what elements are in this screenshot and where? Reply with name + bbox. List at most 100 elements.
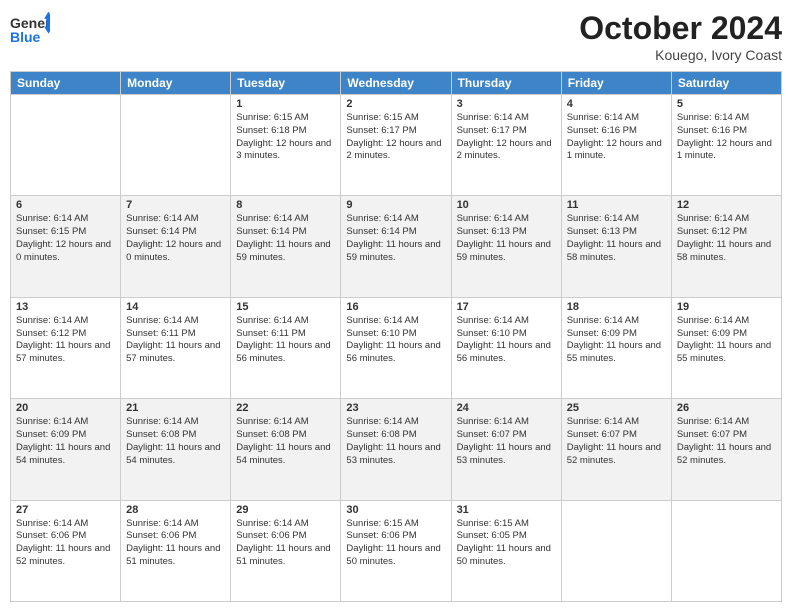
day-number: 10 bbox=[457, 199, 556, 211]
day-info: Sunrise: 6:14 AMSunset: 6:14 PMDaylight:… bbox=[126, 213, 225, 264]
calendar-cell: 14Sunrise: 6:14 AMSunset: 6:11 PMDayligh… bbox=[121, 297, 231, 398]
day-number: 24 bbox=[457, 402, 556, 414]
calendar-cell bbox=[11, 95, 121, 196]
col-header-friday: Friday bbox=[561, 72, 671, 95]
calendar-cell: 22 Sunrise: 6:14 AMSunset: 6:08 PMDayligh… bbox=[231, 399, 341, 500]
day-number: 30 bbox=[346, 504, 445, 516]
col-header-saturday: Saturday bbox=[671, 72, 781, 95]
day-info: Sunrise: 6:14 AMSunset: 6:06 PMDaylight:… bbox=[236, 518, 335, 569]
col-header-thursday: Thursday bbox=[451, 72, 561, 95]
day-number: 31 bbox=[457, 504, 556, 516]
day-number: 29 bbox=[236, 504, 335, 516]
day-info: Sunrise: 6:14 AMSunset: 6:06 PMDaylight:… bbox=[16, 518, 115, 569]
calendar-cell: 29 Sunrise: 6:14 AMSunset: 6:06 PMDayligh… bbox=[231, 500, 341, 601]
calendar-cell: 25Sunrise: 6:14 AMSunset: 6:07 PMDayligh… bbox=[561, 399, 671, 500]
day-number: 5 bbox=[677, 98, 776, 110]
logo-icon: General Blue bbox=[10, 10, 50, 50]
day-number: 23 bbox=[346, 402, 445, 414]
day-number: 27 bbox=[16, 504, 115, 516]
calendar-cell: 2 Sunrise: 6:15 AMSunset: 6:17 PMDaylight… bbox=[341, 95, 451, 196]
col-header-sunday: Sunday bbox=[11, 72, 121, 95]
week-row-1: 1 Sunrise: 6:15 AMSunset: 6:18 PMDaylight… bbox=[11, 95, 782, 196]
calendar-cell: 18 Sunrise: 6:14 AMSunset: 6:09 PMDayligh… bbox=[561, 297, 671, 398]
day-number: 14 bbox=[126, 301, 225, 313]
day-info: Sunrise: 6:15 AMSunset: 6:17 PMDaylight:… bbox=[346, 112, 445, 163]
calendar-page: General Blue October 2024 Kouego, Ivory … bbox=[0, 0, 792, 612]
day-number: 21 bbox=[126, 402, 225, 414]
day-info: Sunrise: 6:14 AMSunset: 6:13 PMDaylight:… bbox=[567, 213, 666, 264]
day-number: 19 bbox=[677, 301, 776, 313]
day-number: 22 bbox=[236, 402, 335, 414]
day-number: 15 bbox=[236, 301, 335, 313]
calendar-cell: 21Sunrise: 6:14 AMSunset: 6:08 PMDayligh… bbox=[121, 399, 231, 500]
day-info: Sunrise: 6:14 AMSunset: 6:07 PMDaylight:… bbox=[677, 416, 776, 467]
week-row-2: 6 Sunrise: 6:14 AMSunset: 6:15 PMDaylight… bbox=[11, 196, 782, 297]
day-info: Sunrise: 6:14 AMSunset: 6:10 PMDaylight:… bbox=[346, 315, 445, 366]
calendar-cell: 24 Sunrise: 6:14 AMSunset: 6:07 PMDayligh… bbox=[451, 399, 561, 500]
calendar-cell: 4 Sunrise: 6:14 AMSunset: 6:16 PMDaylight… bbox=[561, 95, 671, 196]
week-row-4: 20 Sunrise: 6:14 AMSunset: 6:09 PMDayligh… bbox=[11, 399, 782, 500]
day-info: Sunrise: 6:14 AMSunset: 6:11 PMDaylight:… bbox=[236, 315, 335, 366]
calendar-cell: 7Sunrise: 6:14 AMSunset: 6:14 PMDaylight… bbox=[121, 196, 231, 297]
calendar-cell: 19Sunrise: 6:14 AMSunset: 6:09 PMDayligh… bbox=[671, 297, 781, 398]
day-info: Sunrise: 6:14 AMSunset: 6:06 PMDaylight:… bbox=[126, 518, 225, 569]
calendar-cell: 1 Sunrise: 6:15 AMSunset: 6:18 PMDaylight… bbox=[231, 95, 341, 196]
day-number: 16 bbox=[346, 301, 445, 313]
day-info: Sunrise: 6:14 AMSunset: 6:16 PMDaylight:… bbox=[677, 112, 776, 163]
day-info: Sunrise: 6:14 AMSunset: 6:16 PMDaylight:… bbox=[567, 112, 666, 163]
col-header-wednesday: Wednesday bbox=[341, 72, 451, 95]
week-row-5: 27 Sunrise: 6:14 AMSunset: 6:06 PMDayligh… bbox=[11, 500, 782, 601]
day-info: Sunrise: 6:15 AMSunset: 6:05 PMDaylight:… bbox=[457, 518, 556, 569]
day-info: Sunrise: 6:15 AMSunset: 6:18 PMDaylight:… bbox=[236, 112, 335, 163]
week-row-3: 13Sunrise: 6:14 AMSunset: 6:12 PMDayligh… bbox=[11, 297, 782, 398]
day-info: Sunrise: 6:14 AMSunset: 6:13 PMDaylight:… bbox=[457, 213, 556, 264]
day-info: Sunrise: 6:14 AMSunset: 6:09 PMDaylight:… bbox=[16, 416, 115, 467]
calendar-cell: 26 Sunrise: 6:14 AMSunset: 6:07 PMDayligh… bbox=[671, 399, 781, 500]
calendar-cell: 3Sunrise: 6:14 AMSunset: 6:17 PMDaylight… bbox=[451, 95, 561, 196]
calendar-cell: 20 Sunrise: 6:14 AMSunset: 6:09 PMDayligh… bbox=[11, 399, 121, 500]
day-number: 8 bbox=[236, 199, 335, 211]
col-header-tuesday: Tuesday bbox=[231, 72, 341, 95]
calendar-cell bbox=[121, 95, 231, 196]
header: General Blue October 2024 Kouego, Ivory … bbox=[10, 10, 782, 63]
day-info: Sunrise: 6:14 AMSunset: 6:14 PMDaylight:… bbox=[346, 213, 445, 264]
calendar-cell: 17Sunrise: 6:14 AMSunset: 6:10 PMDayligh… bbox=[451, 297, 561, 398]
calendar-cell: 12Sunrise: 6:14 AMSunset: 6:12 PMDayligh… bbox=[671, 196, 781, 297]
logo: General Blue bbox=[10, 10, 50, 50]
title-block: October 2024 Kouego, Ivory Coast bbox=[579, 10, 782, 63]
day-info: Sunrise: 6:14 AMSunset: 6:08 PMDaylight:… bbox=[236, 416, 335, 467]
col-header-monday: Monday bbox=[121, 72, 231, 95]
day-number: 26 bbox=[677, 402, 776, 414]
day-number: 4 bbox=[567, 98, 666, 110]
day-number: 2 bbox=[346, 98, 445, 110]
location: Kouego, Ivory Coast bbox=[579, 47, 782, 63]
day-number: 17 bbox=[457, 301, 556, 313]
day-number: 11 bbox=[567, 199, 666, 211]
day-number: 6 bbox=[16, 199, 115, 211]
calendar-table: SundayMondayTuesdayWednesdayThursdayFrid… bbox=[10, 71, 782, 602]
day-number: 18 bbox=[567, 301, 666, 313]
calendar-cell: 10 Sunrise: 6:14 AMSunset: 6:13 PMDayligh… bbox=[451, 196, 561, 297]
day-number: 3 bbox=[457, 98, 556, 110]
day-number: 1 bbox=[236, 98, 335, 110]
day-info: Sunrise: 6:14 AMSunset: 6:12 PMDaylight:… bbox=[16, 315, 115, 366]
calendar-cell: 13Sunrise: 6:14 AMSunset: 6:12 PMDayligh… bbox=[11, 297, 121, 398]
calendar-cell bbox=[671, 500, 781, 601]
day-number: 20 bbox=[16, 402, 115, 414]
calendar-cell: 27 Sunrise: 6:14 AMSunset: 6:06 PMDayligh… bbox=[11, 500, 121, 601]
day-info: Sunrise: 6:14 AMSunset: 6:07 PMDaylight:… bbox=[567, 416, 666, 467]
day-info: Sunrise: 6:14 AMSunset: 6:14 PMDaylight:… bbox=[236, 213, 335, 264]
svg-text:Blue: Blue bbox=[10, 29, 41, 45]
calendar-cell: 6 Sunrise: 6:14 AMSunset: 6:15 PMDaylight… bbox=[11, 196, 121, 297]
calendar-cell: 16 Sunrise: 6:14 AMSunset: 6:10 PMDayligh… bbox=[341, 297, 451, 398]
day-info: Sunrise: 6:14 AMSunset: 6:07 PMDaylight:… bbox=[457, 416, 556, 467]
calendar-cell: 5 Sunrise: 6:14 AMSunset: 6:16 PMDaylight… bbox=[671, 95, 781, 196]
day-info: Sunrise: 6:14 AMSunset: 6:12 PMDaylight:… bbox=[677, 213, 776, 264]
day-info: Sunrise: 6:14 AMSunset: 6:09 PMDaylight:… bbox=[567, 315, 666, 366]
day-info: Sunrise: 6:14 AMSunset: 6:08 PMDaylight:… bbox=[346, 416, 445, 467]
calendar-cell: 28Sunrise: 6:14 AMSunset: 6:06 PMDayligh… bbox=[121, 500, 231, 601]
day-info: Sunrise: 6:14 AMSunset: 6:15 PMDaylight:… bbox=[16, 213, 115, 264]
header-row: SundayMondayTuesdayWednesdayThursdayFrid… bbox=[11, 72, 782, 95]
day-number: 9 bbox=[346, 199, 445, 211]
month-title: October 2024 bbox=[579, 10, 782, 47]
